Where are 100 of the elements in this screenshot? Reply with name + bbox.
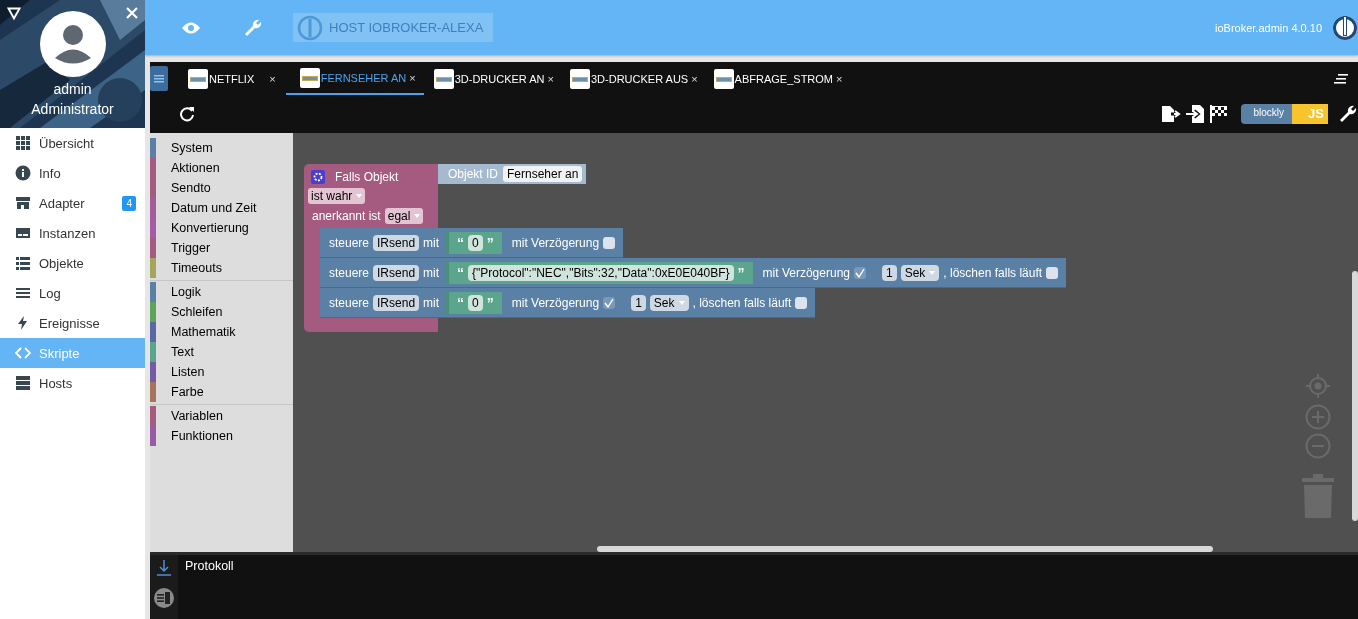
device-dropdown[interactable]: IRsend — [373, 264, 420, 281]
device-dropdown[interactable]: IRsend — [373, 294, 420, 311]
category-item[interactable]: Timeouts — [150, 258, 293, 278]
category-item[interactable]: Konvertierung — [150, 218, 293, 238]
text-field[interactable]: 0 — [468, 294, 483, 311]
flag-icon[interactable] — [1208, 104, 1229, 124]
quote-mark: ” — [486, 294, 494, 311]
sidebar-item[interactable]: Hosts — [0, 368, 145, 398]
block-label: steuere — [329, 265, 370, 280]
blockly-icon — [299, 67, 320, 88]
close-icon[interactable] — [126, 7, 138, 19]
sidebar-item[interactable]: Objekte — [0, 248, 145, 278]
category-item[interactable]: Farbe — [150, 382, 293, 402]
info-icon — [15, 165, 31, 181]
text-field[interactable]: {"Protocol":"NEC","Bits":32,"Data":0xE0E040BF} — [468, 264, 734, 281]
category-item[interactable]: Variablen — [150, 406, 293, 426]
text-block[interactable]: “ 0 ” — [446, 231, 502, 254]
user-role: Administrator — [31, 101, 114, 117]
checkbox[interactable] — [1046, 266, 1059, 279]
script-tab[interactable]: ABFRAGE_STROM × — [707, 62, 849, 95]
number-field[interactable]: 1 — [631, 294, 646, 311]
wrench-icon[interactable] — [1338, 104, 1358, 124]
unit-dropdown[interactable]: Sek — [649, 294, 689, 311]
block-label: mit Verzögerung — [762, 265, 850, 280]
close-button[interactable]: × — [691, 72, 698, 85]
category-item[interactable]: Text — [150, 342, 293, 362]
menu-icon[interactable] — [150, 66, 168, 91]
quote-mark: ” — [737, 264, 745, 281]
block-label: , löschen falls läuft — [943, 265, 1043, 280]
statement-block[interactable]: steuere IRsend mit “ {"Protocol":"NEC","Bits":32,"Data":0xE0E040BF} ” mit Verzögerung 1 Sek , löschen falls läuft — [320, 258, 1067, 288]
blockly-icon — [713, 68, 734, 89]
code-icon — [15, 345, 31, 361]
category-item[interactable]: Aktionen — [150, 158, 293, 178]
text-block[interactable]: “ {"Protocol":"NEC","Bits":32,"Data":0xE0E040BF} ” — [446, 261, 753, 284]
avatar-icon — [39, 11, 106, 77]
close-button[interactable]: × — [547, 72, 554, 85]
condition-dropdown[interactable]: ist wahr — [308, 188, 366, 204]
object-field[interactable]: Fernseher an — [503, 166, 583, 182]
script-tab[interactable]: FERNSEHER AN × — [285, 62, 424, 95]
ack-dropdown[interactable]: egal — [384, 208, 424, 224]
category-item[interactable]: Funktionen — [150, 426, 293, 446]
download-icon[interactable] — [157, 560, 171, 576]
block-label: steuere — [329, 235, 370, 250]
list-icon — [15, 255, 31, 271]
quote-mark: “ — [457, 264, 465, 281]
block-label: Falls Objekt — [335, 170, 399, 184]
device-dropdown[interactable]: IRsend — [373, 234, 420, 251]
checkbox[interactable] — [603, 296, 616, 309]
scrollbar[interactable] — [1352, 271, 1358, 521]
close-button[interactable]: × — [836, 72, 843, 85]
category-item[interactable]: Sendto — [150, 178, 293, 198]
export-icon[interactable] — [1160, 105, 1181, 123]
unit-dropdown[interactable]: Sek — [900, 264, 940, 281]
caret-icon — [678, 300, 685, 305]
logo-icon[interactable] — [1332, 14, 1358, 41]
panel-icon[interactable] — [154, 588, 174, 608]
text-block[interactable]: “ 0 ” — [446, 291, 502, 314]
statement-block[interactable]: steuere IRsend mit “ 0 ” mit Verzögerung 1 Sek , löschen falls läuft — [320, 288, 816, 318]
category-item[interactable]: Datum und Zeit — [150, 198, 293, 218]
gear-icon — [311, 170, 325, 184]
blockly-icon — [188, 68, 208, 89]
category-item[interactable]: Logik — [150, 282, 293, 302]
script-tab[interactable]: NETFLIX × — [182, 62, 282, 95]
script-tab[interactable]: 3D-DRUCKER AN × — [427, 62, 560, 95]
block-label: steuere — [329, 295, 370, 310]
script-tab[interactable]: 3D-DRUCKER AUS × — [564, 62, 704, 95]
category-item[interactable]: System — [150, 138, 293, 158]
quote-mark: “ — [457, 294, 465, 311]
category-item[interactable]: Trigger — [150, 238, 293, 258]
sidebar-item[interactable]: Info — [0, 158, 145, 188]
caret-icon — [414, 214, 421, 218]
sidebar-item[interactable]: Adapter 4 — [0, 188, 145, 218]
keyboard-icon — [15, 225, 31, 241]
scrollbar[interactable] — [597, 546, 1213, 552]
version-label: ioBroker.admin 4.0.10 — [1215, 21, 1322, 34]
caret-icon — [356, 194, 363, 198]
statement-block[interactable]: steuere IRsend mit “ 0 ” mit Verzögerung — [320, 228, 624, 258]
close-button[interactable]: × — [409, 71, 416, 84]
refresh-icon[interactable] — [179, 106, 195, 122]
category-item[interactable]: Mathematik — [150, 322, 293, 342]
log-title: Protokoll — [184, 558, 234, 575]
checkbox[interactable] — [854, 266, 866, 279]
sidebar-item[interactable]: Instanzen — [0, 218, 145, 248]
checkbox[interactable] — [603, 236, 616, 249]
sidebar-item[interactable]: Log — [0, 278, 145, 308]
sort-icon[interactable] — [1334, 73, 1348, 84]
eye-icon[interactable] — [181, 20, 201, 35]
category-item[interactable]: Schleifen — [150, 302, 293, 322]
import-icon[interactable] — [1184, 104, 1205, 124]
check-icon — [604, 297, 615, 308]
sidebar-item[interactable]: Ereignisse — [0, 308, 145, 338]
close-button[interactable]: × — [269, 72, 276, 85]
triangle-icon[interactable] — [7, 7, 21, 20]
category-item[interactable]: Listen — [150, 362, 293, 382]
text-field[interactable]: 0 — [468, 234, 483, 251]
quote-mark: ” — [486, 234, 494, 251]
sidebar-item[interactable]: Übersicht — [0, 128, 145, 158]
object-block[interactable]: Objekt ID Fernseher an — [438, 164, 587, 184]
checkbox[interactable] — [795, 296, 808, 309]
number-field[interactable]: 1 — [882, 264, 897, 281]
